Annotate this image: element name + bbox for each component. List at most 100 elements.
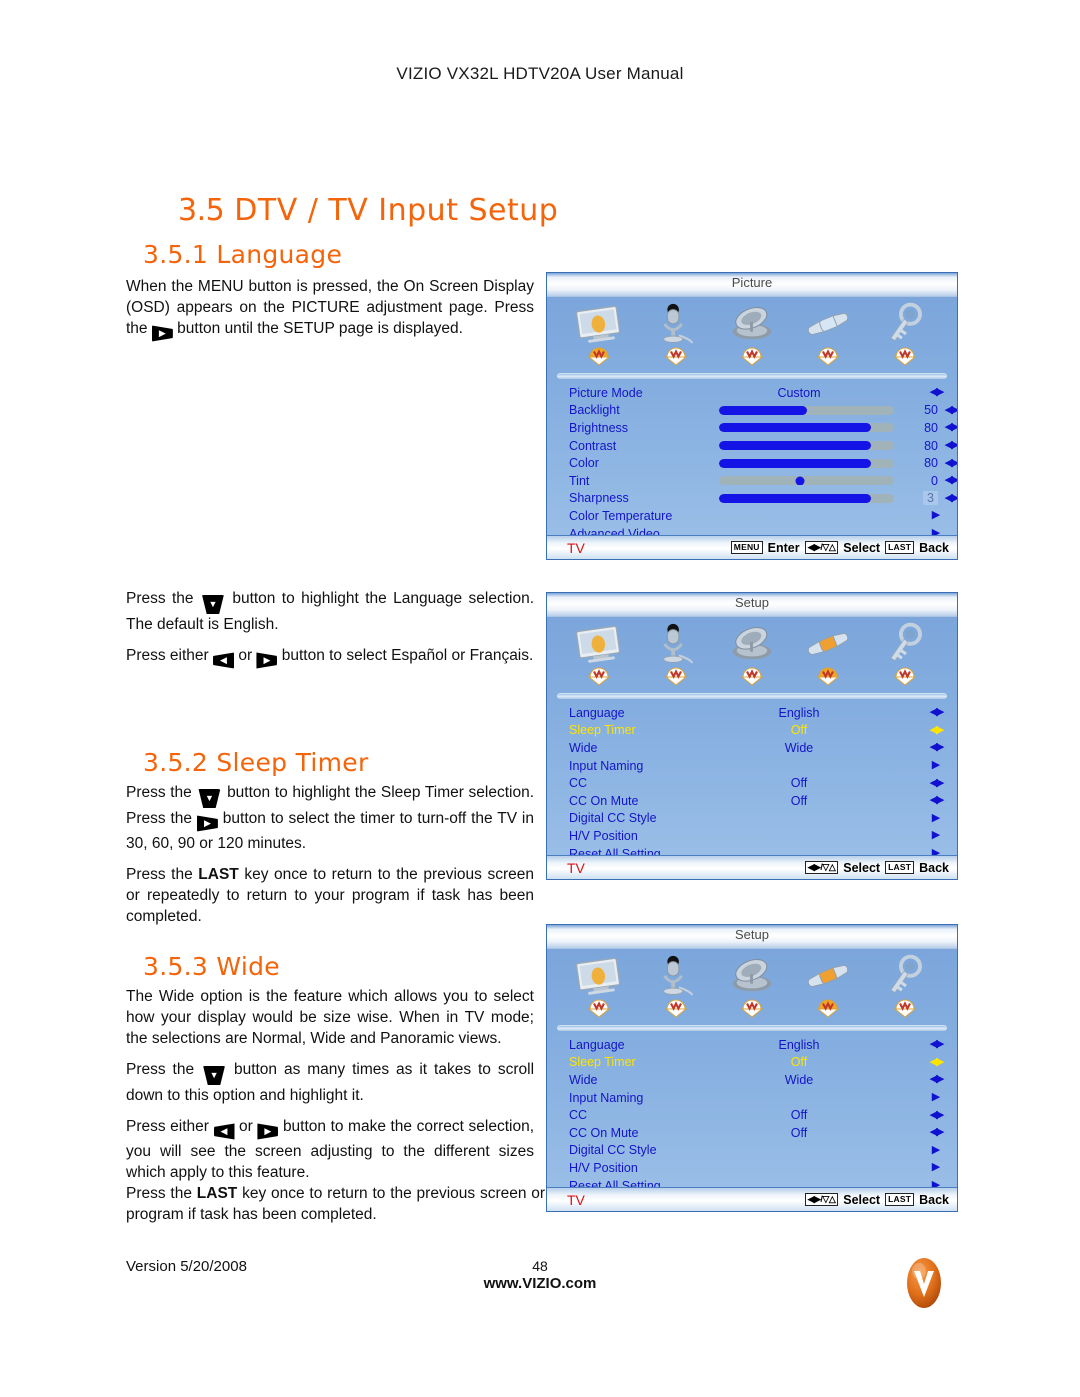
chevron-right-icon[interactable]: ▶ bbox=[925, 812, 947, 824]
osd-menu-row[interactable]: Sleep Timer Off ◀▶ bbox=[547, 722, 957, 740]
osd-menu-row[interactable]: Digital CC Style ▶ bbox=[547, 1142, 957, 1160]
osd-menu-row[interactable]: Sharpness 3 ◀▶ bbox=[547, 490, 957, 508]
osd-menu-row[interactable]: CC On Mute Off ◀▶ bbox=[547, 1124, 957, 1142]
osd-slider[interactable] bbox=[719, 458, 894, 468]
left-right-arrows-icon[interactable]: ◀▶ bbox=[940, 492, 957, 504]
osd-row-control[interactable] bbox=[719, 827, 879, 845]
osd-tab-parental-key-icon[interactable] bbox=[873, 621, 937, 686]
osd-row-control[interactable]: Off bbox=[719, 722, 879, 740]
osd-row-control[interactable]: Off bbox=[719, 1106, 879, 1124]
osd-tab-parental-key-icon[interactable] bbox=[873, 953, 937, 1018]
osd-menu-row[interactable]: Color 80 ◀▶ bbox=[547, 454, 957, 472]
osd-slider[interactable] bbox=[719, 441, 894, 451]
osd-menu-row[interactable]: Input Naming ▶ bbox=[547, 1089, 957, 1107]
osd-slider-knob[interactable] bbox=[795, 476, 804, 486]
left-right-arrows-icon[interactable]: ◀▶ bbox=[925, 742, 947, 753]
left-right-arrows-icon[interactable]: ◀▶ bbox=[925, 795, 947, 806]
left-right-arrows-icon[interactable]: ◀▶ bbox=[925, 1074, 947, 1085]
left-right-arrows-icon[interactable]: ◀▶ bbox=[925, 387, 947, 398]
left-right-arrows-icon[interactable]: ◀▶ bbox=[925, 1056, 947, 1068]
osd-row-control[interactable] bbox=[719, 507, 879, 525]
osd-row-control[interactable] bbox=[719, 1089, 879, 1107]
chevron-right-icon[interactable]: ▶ bbox=[925, 1144, 947, 1156]
osd-row-control[interactable] bbox=[719, 1159, 879, 1177]
osd-slider[interactable] bbox=[719, 493, 894, 503]
osd-tab-picture-icon[interactable] bbox=[567, 621, 631, 686]
osd-row-control[interactable]: Off bbox=[719, 1054, 879, 1072]
osd-menu-row[interactable]: CC Off ◀▶ bbox=[547, 1106, 957, 1124]
osd-row-control[interactable] bbox=[719, 454, 894, 472]
osd-slider[interactable] bbox=[719, 423, 894, 433]
left-right-arrows-icon[interactable]: ◀▶ bbox=[925, 724, 947, 736]
left-right-arrows-icon[interactable]: ◀▶ bbox=[925, 777, 947, 789]
osd-menu-row[interactable]: Backlight 50 ◀▶ bbox=[547, 402, 957, 420]
osd-tab-picture-icon[interactable] bbox=[567, 953, 631, 1018]
osd-menu-row[interactable]: Wide Wide ◀▶ bbox=[547, 739, 957, 757]
osd-menu-row[interactable]: Color Temperature ▶ bbox=[547, 507, 957, 525]
osd-tab-satellite-dish-icon[interactable] bbox=[720, 621, 784, 686]
osd-menu-row[interactable]: Picture Mode Custom ◀▶ bbox=[547, 384, 957, 402]
osd-tab-setup-wrench-icon[interactable] bbox=[796, 301, 860, 366]
left-right-arrows-icon[interactable]: ◀▶ bbox=[940, 422, 957, 433]
osd-menu-row[interactable]: Brightness 80 ◀▶ bbox=[547, 419, 957, 437]
osd-menu-row[interactable]: CC Off ◀▶ bbox=[547, 774, 957, 792]
osd-menu-row[interactable]: Language English ◀▶ bbox=[547, 704, 957, 722]
osd-hint-label: Select bbox=[843, 1192, 881, 1207]
left-right-arrows-icon[interactable]: ◀▶ bbox=[940, 457, 957, 469]
left-right-arrows-icon[interactable]: ◀▶ bbox=[940, 440, 957, 451]
osd-row-control[interactable] bbox=[719, 402, 894, 420]
osd-menu-row[interactable]: Language English ◀▶ bbox=[547, 1036, 957, 1054]
chevron-right-icon[interactable]: ▶ bbox=[925, 760, 947, 771]
osd-slider[interactable] bbox=[719, 476, 894, 486]
chevron-right-icon[interactable]: ▶ bbox=[925, 1162, 947, 1173]
osd-menu-row[interactable]: Wide Wide ◀▶ bbox=[547, 1071, 957, 1089]
left-right-arrows-icon[interactable]: ◀▶ bbox=[940, 404, 957, 416]
osd-row-value: Off bbox=[790, 1125, 808, 1140]
osd-tab-satellite-dish-icon[interactable] bbox=[720, 301, 784, 366]
osd-row-control[interactable]: Wide bbox=[719, 1071, 879, 1089]
osd-row-control[interactable]: English bbox=[719, 704, 879, 722]
osd-row-control[interactable]: Off bbox=[719, 774, 879, 792]
osd-row-control[interactable] bbox=[719, 757, 879, 775]
osd-menu-row[interactable]: H/V Position ▶ bbox=[547, 827, 957, 845]
osd-slider[interactable] bbox=[719, 405, 894, 415]
osd-row-label: Wide bbox=[569, 1072, 598, 1087]
osd-row-control[interactable]: Custom bbox=[719, 384, 879, 402]
osd-menu-row[interactable]: H/V Position ▶ bbox=[547, 1159, 957, 1177]
osd-row-control[interactable]: English bbox=[719, 1036, 879, 1054]
osd-tab-setup-wrench-icon[interactable] bbox=[796, 621, 860, 686]
section-number: 3.5 bbox=[178, 193, 225, 228]
osd-row-control[interactable] bbox=[719, 419, 894, 437]
left-right-arrows-icon[interactable]: ◀▶ bbox=[940, 475, 957, 486]
osd-menu-row[interactable]: CC On Mute Off ◀▶ bbox=[547, 792, 957, 810]
osd-tab-audio-microphone-icon[interactable] bbox=[644, 301, 708, 366]
osd-tab-satellite-dish-icon[interactable] bbox=[720, 953, 784, 1018]
osd-row-control[interactable]: Off bbox=[719, 792, 879, 810]
chevron-right-icon[interactable]: ▶ bbox=[925, 830, 947, 841]
osd-tab-audio-microphone-icon[interactable] bbox=[644, 621, 708, 686]
left-right-arrows-icon[interactable]: ◀▶ bbox=[925, 1109, 947, 1121]
osd-row-control[interactable]: Wide bbox=[719, 739, 879, 757]
osd-tab-parental-key-icon[interactable] bbox=[873, 301, 937, 366]
osd-row-control[interactable] bbox=[719, 472, 894, 490]
osd-tab-audio-microphone-icon[interactable] bbox=[644, 953, 708, 1018]
left-right-arrows-icon[interactable]: ◀▶ bbox=[925, 1127, 947, 1138]
osd-tab-icons bbox=[547, 949, 957, 1025]
osd-menu-row[interactable]: Tint 0 ◀▶ bbox=[547, 472, 957, 490]
osd-tab-picture-icon[interactable] bbox=[567, 301, 631, 366]
osd-menu-row[interactable]: Input Naming ▶ bbox=[547, 757, 957, 775]
osd-row-control[interactable] bbox=[719, 1142, 879, 1160]
osd-menu-row[interactable]: Contrast 80 ◀▶ bbox=[547, 437, 957, 455]
osd-row-control[interactable] bbox=[719, 437, 894, 455]
osd-tab-setup-wrench-icon[interactable] bbox=[796, 953, 860, 1018]
left-button-icon: ◀ bbox=[213, 652, 235, 669]
osd-menu-row[interactable]: Sleep Timer Off ◀▶ bbox=[547, 1054, 957, 1072]
osd-row-control[interactable] bbox=[719, 810, 879, 828]
osd-row-control[interactable] bbox=[719, 490, 894, 508]
chevron-right-icon[interactable]: ▶ bbox=[925, 510, 947, 521]
osd-menu-row[interactable]: Digital CC Style ▶ bbox=[547, 810, 957, 828]
left-right-arrows-icon[interactable]: ◀▶ bbox=[925, 707, 947, 718]
osd-row-control[interactable]: Off bbox=[719, 1124, 879, 1142]
left-right-arrows-icon[interactable]: ◀▶ bbox=[925, 1039, 947, 1050]
chevron-right-icon[interactable]: ▶ bbox=[925, 1092, 947, 1103]
